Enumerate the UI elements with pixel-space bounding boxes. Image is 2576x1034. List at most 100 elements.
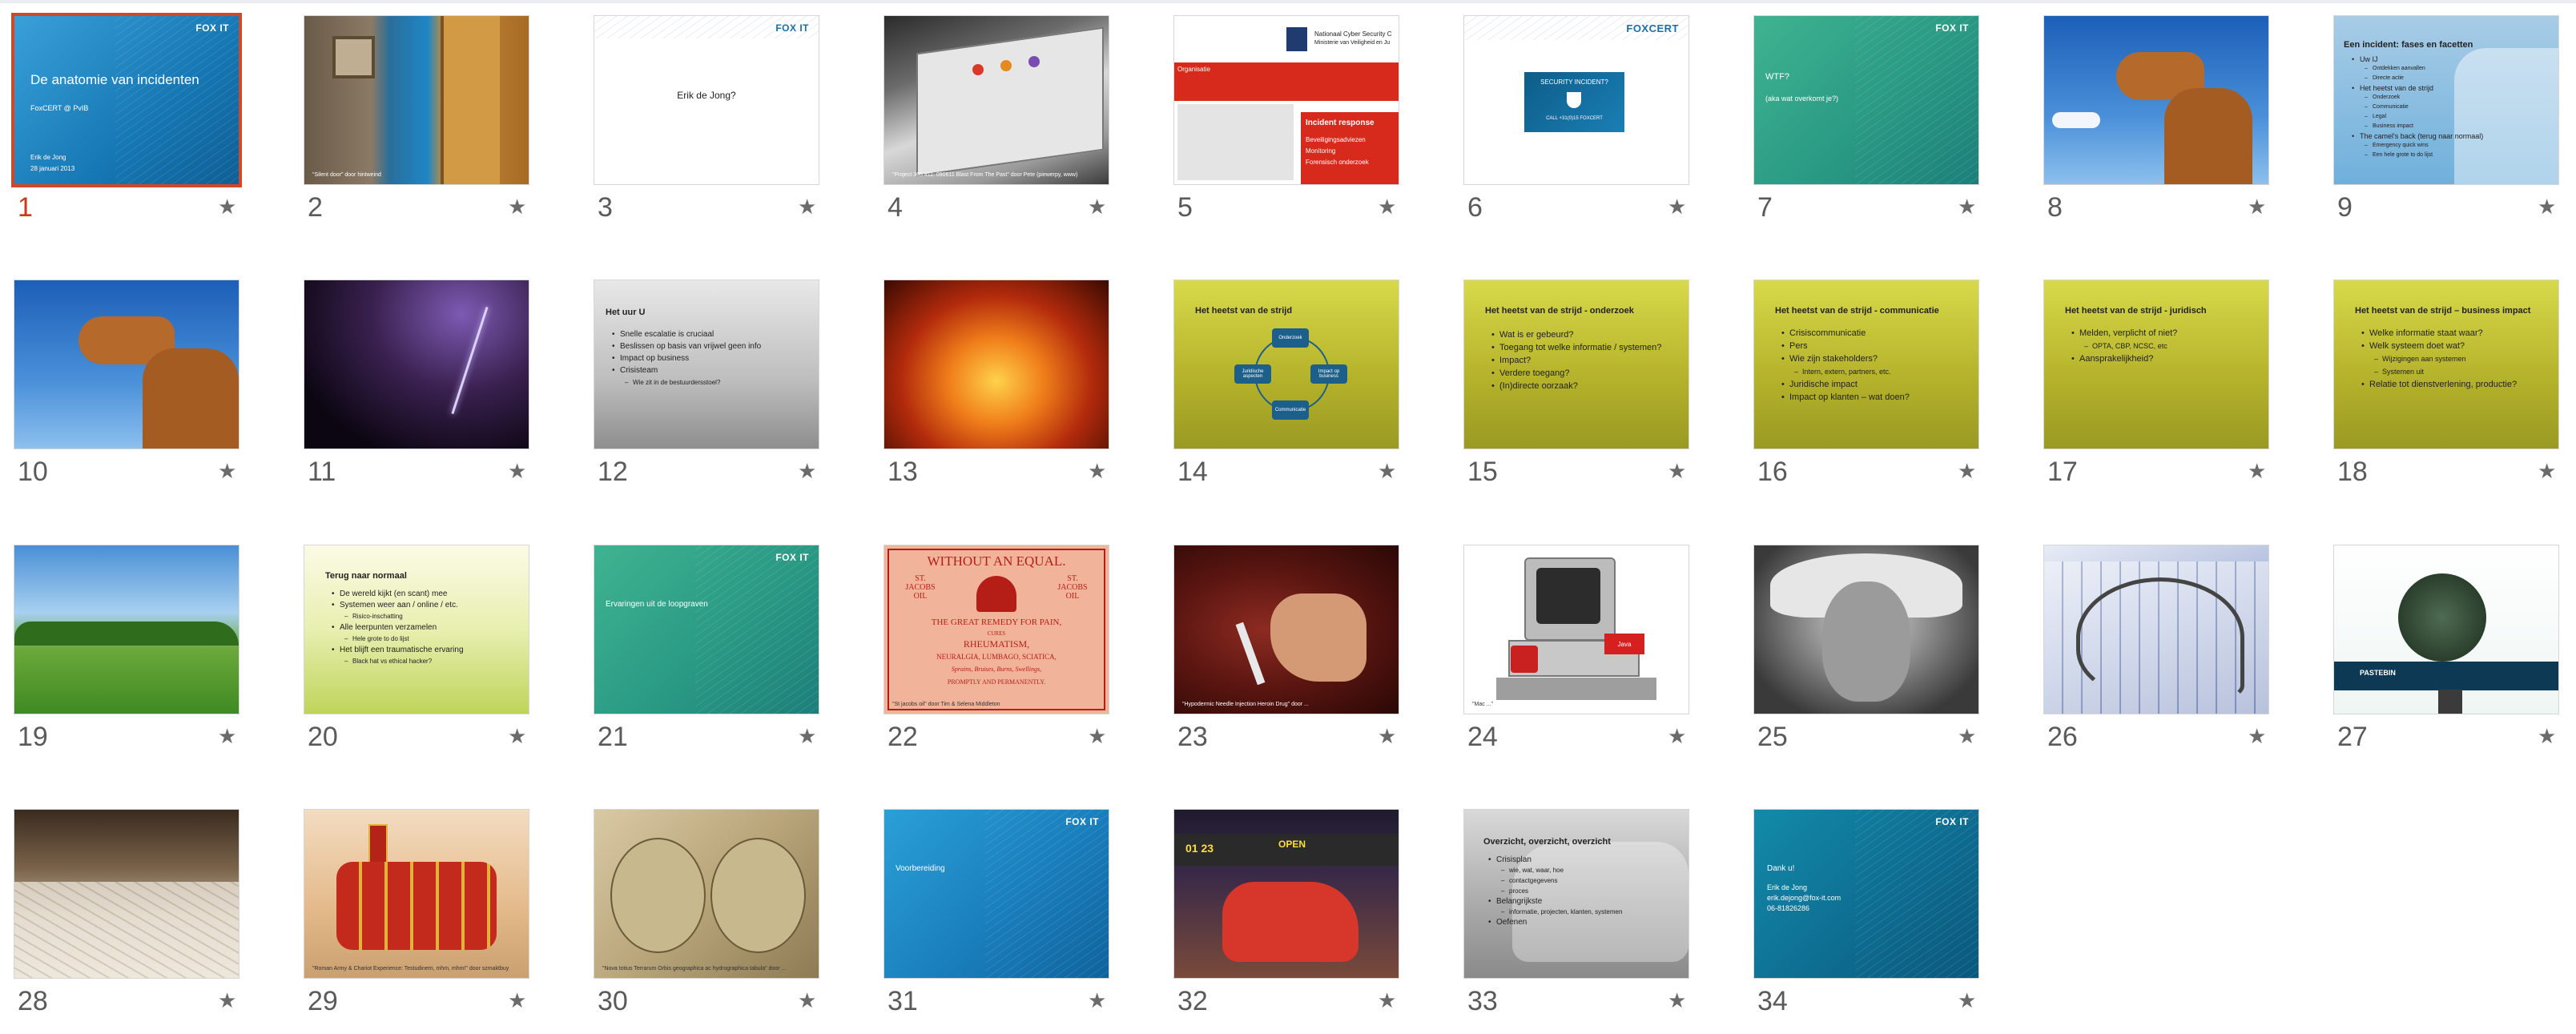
slide-thumbnail[interactable]: WITHOUT AN EQUAL. ST. JACOBS OIL ST. JACOB… [883, 545, 1109, 714]
animation-star-icon[interactable]: ★ [1378, 197, 1396, 218]
animation-star-icon[interactable]: ★ [1958, 197, 1976, 218]
bullet-item: – Communicatie [2365, 103, 2552, 112]
slide-thumbnail-cell: Overzicht, overzicht, overzicht • Crisispl… [1450, 794, 1689, 1034]
bullet-item: • Melden, verplicht of niet? [2071, 327, 2262, 340]
animation-star-icon[interactable]: ★ [2248, 461, 2266, 482]
bullet-item: • Impact op klanten – wat doen? [1781, 391, 1972, 404]
slide-thumbnail[interactable]: "Project 365 #11: 090611 Blast From The … [883, 15, 1109, 185]
java-badge: Java [1604, 634, 1644, 654]
cycle-node: Onderzoek [1272, 328, 1309, 348]
contact-line: 06-81826286 [1767, 904, 1810, 912]
bullet-text: Black hat vs ethical hacker? [352, 658, 433, 665]
animation-star-icon[interactable]: ★ [218, 991, 236, 1012]
animation-star-icon[interactable]: ★ [798, 461, 816, 482]
animation-star-icon[interactable]: ★ [218, 197, 236, 218]
animation-star-icon[interactable]: ★ [1958, 991, 1976, 1012]
bullet-marker: • [1781, 328, 1785, 338]
animation-star-icon[interactable]: ★ [508, 461, 526, 482]
stem-shape [2438, 690, 2462, 714]
slide-number: 18 [2337, 457, 2368, 487]
slide-thumbnail[interactable]: FOX IT WTF? (aka wat overkomt je?) [1753, 15, 1979, 185]
panel-title: Incident response [1306, 119, 1375, 127]
slide-thumbnail[interactable]: "Roman Army & Chariot Experience: Testud… [304, 809, 529, 979]
bullet-item: – Onderzoek [2365, 93, 2552, 103]
animation-star-icon[interactable]: ★ [218, 726, 236, 747]
animation-star-icon[interactable]: ★ [2538, 461, 2556, 482]
animation-star-icon[interactable]: ★ [798, 991, 816, 1012]
slide-title: Terug naar normaal [325, 571, 407, 581]
animation-star-icon[interactable]: ★ [1668, 197, 1686, 218]
slide-thumbnail[interactable]: Het heetst van de strijd - onderzoek • Wat… [1463, 280, 1689, 449]
slide-title: Voorbereiding [896, 864, 945, 873]
bullet-text: proces [1509, 887, 1529, 895]
animation-star-icon[interactable]: ★ [1668, 726, 1686, 747]
content-block [1177, 104, 1294, 180]
bullet-text: Verdere toegang? [1499, 368, 1570, 378]
slide-thumbnail[interactable] [2043, 15, 2269, 185]
animation-star-icon[interactable]: ★ [1378, 461, 1396, 482]
animation-star-icon[interactable]: ★ [2538, 726, 2556, 747]
slide-thumbnail[interactable] [14, 809, 239, 979]
sign-right: OPEN [1278, 839, 1306, 850]
slide-thumbnail[interactable]: FOX IT De anatomie van incidenten FoxCERT … [11, 13, 242, 187]
bullet-text: Een hele grote to do lijst [2373, 152, 2433, 158]
slide-thumbnail[interactable]: FOX IT Dank u! Erik de Jong erik.dejong@fox… [1753, 809, 1979, 979]
poster-right: ST. JACOBS OIL [1057, 574, 1088, 601]
animation-star-icon[interactable]: ★ [1088, 991, 1106, 1012]
slide-thumbnail[interactable]: Terug naar normaal • De wereld kijkt (en s… [304, 545, 529, 714]
slide-thumbnail[interactable]: "Hypodermic Needle Injection Heroin Drug… [1173, 545, 1399, 714]
badge-line-2: CALL +31(0)15 FOXCERT [1546, 116, 1603, 121]
slide-thumbnail[interactable]: "Nova totius Terrarum Orbis geographica … [594, 809, 819, 979]
animation-star-icon[interactable]: ★ [1088, 726, 1106, 747]
slide-thumbnail[interactable]: PASTEBIN [2333, 545, 2559, 714]
slide-thumbnail[interactable]: 01 23 OPEN [1173, 809, 1399, 979]
slide-thumbnail[interactable] [883, 280, 1109, 449]
animation-star-icon[interactable]: ★ [508, 197, 526, 218]
slide-thumbnail[interactable]: Het heetst van de strijd – business impa… [2333, 280, 2559, 449]
slide-thumbnail[interactable] [304, 280, 529, 449]
bullet-item: • Crisiscommunicatie [1781, 327, 1972, 340]
foxcert-logo: FOXCERT [1626, 22, 1679, 34]
slide-thumbnail[interactable]: Java "Mac ..." [1463, 545, 1689, 714]
animation-star-icon[interactable]: ★ [218, 461, 236, 482]
cycle-node-label: Impact op business [1318, 369, 1340, 379]
animation-star-icon[interactable]: ★ [508, 726, 526, 747]
animation-star-icon[interactable]: ★ [2248, 197, 2266, 218]
animation-star-icon[interactable]: ★ [798, 197, 816, 218]
animation-star-icon[interactable]: ★ [1378, 991, 1396, 1012]
poster-line-7: PROMPTLY AND PERMANENTLY. [947, 678, 1046, 686]
slide-thumbnail[interactable]: Overzicht, overzicht, overzicht • Crisispl… [1463, 809, 1689, 979]
animation-star-icon[interactable]: ★ [1668, 991, 1686, 1012]
animation-star-icon[interactable]: ★ [1958, 461, 1976, 482]
animation-star-icon[interactable]: ★ [1088, 461, 1106, 482]
slide-thumbnail[interactable]: Het heetst van de strijd - juridisch • Mel… [2043, 280, 2269, 449]
slide-number: 34 [1757, 986, 1788, 1016]
slide-thumbnail[interactable]: FOX IT Ervaringen uit de loopgraven [594, 545, 819, 714]
shield-icon [1567, 92, 1581, 108]
slide-thumbnail[interactable] [1753, 545, 1979, 714]
slide-thumbnail[interactable]: Het heetst van de strijd - communicatie •… [1753, 280, 1979, 449]
slide-thumbnail[interactable]: Nationaal Cyber Security C Ministerie van… [1173, 15, 1399, 185]
bullet-text: informatie, projecten, klanten, systemen [1509, 908, 1623, 915]
slide-thumbnail-cell: FOXCERT SECURITY INCIDENT? CALL +31(0)15 F… [1450, 0, 1689, 240]
slide-thumbnail[interactable]: FOXCERT SECURITY INCIDENT? CALL +31(0)15 F… [1463, 15, 1689, 185]
slide-thumbnail[interactable]: Het heetst van de strijd Onderzoek Impact … [1173, 280, 1399, 449]
bullet-list: • Snelle escalatie is cruciaal • Beslissen … [612, 328, 812, 388]
slide-thumbnail[interactable] [2043, 545, 2269, 714]
animation-star-icon[interactable]: ★ [1378, 726, 1396, 747]
slide-thumbnail[interactable] [14, 280, 239, 449]
animation-star-icon[interactable]: ★ [1088, 197, 1106, 218]
slide-thumbnail[interactable]: Het uur U • Snelle escalatie is cruciaal • B… [594, 280, 819, 449]
slide-thumbnail[interactable]: FOX IT Erik de Jong? [594, 15, 819, 185]
animation-star-icon[interactable]: ★ [2538, 197, 2556, 218]
animation-star-icon[interactable]: ★ [1668, 461, 1686, 482]
slide-thumbnail[interactable]: FOX IT Voorbereiding [883, 809, 1109, 979]
animation-star-icon[interactable]: ★ [508, 991, 526, 1012]
slide-thumbnail[interactable]: Een incident: fases en facetten • Uw IJ – On… [2333, 15, 2559, 185]
animation-star-icon[interactable]: ★ [798, 726, 816, 747]
slide-thumbnail[interactable]: "Silent door" door hintweind [304, 15, 529, 185]
bullet-item: – wie, wat, waar, hoe [1501, 865, 1682, 875]
slide-thumbnail[interactable] [14, 545, 239, 714]
animation-star-icon[interactable]: ★ [1958, 726, 1976, 747]
animation-star-icon[interactable]: ★ [2248, 726, 2266, 747]
